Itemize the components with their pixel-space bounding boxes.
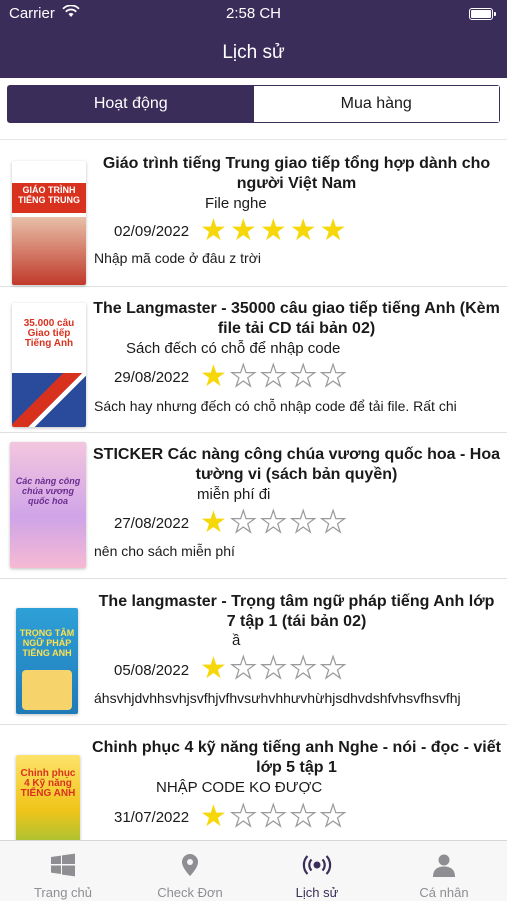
tab-history-label: Lịch sử (295, 885, 339, 900)
rating-stars: ★★★★★ (200, 800, 350, 833)
cover-title: Các nàng công chúa vương quốc hoa (15, 476, 81, 506)
item-title: Chinh phục 4 kỹ năng tiếng anh Nghe - nó… (92, 739, 501, 776)
item-title: The Langmaster - 35000 câu giao tiếp tiế… (93, 300, 500, 337)
item-subtitle: Sách đếch có chỗ để nhập code (126, 340, 341, 357)
history-list: GIÁO TRÌNH TIẾNG TRUNG Giáo trình tiếng … (0, 139, 507, 840)
tab-profile-label: Cá nhân (419, 885, 469, 900)
tab-check-order[interactable]: Check Đơn (127, 841, 253, 901)
star-icon: ★ (259, 652, 290, 685)
tab-profile[interactable]: Cá nhân (381, 841, 507, 901)
item-subtitle: ầ (232, 632, 241, 649)
star-icon: ★ (319, 360, 350, 393)
item-date: 29/08/2022 (114, 369, 190, 386)
star-icon: ★ (200, 506, 230, 539)
list-item[interactable]: Các nàng công chúa vương quốc hoa STICKE… (0, 432, 507, 579)
segment-activity[interactable]: Hoạt động (8, 86, 254, 122)
windows-icon (0, 853, 126, 877)
item-comment: áhsvhjdvhhsvhjsvfhjvfhvsưhvhhưvhừhjsdhvd… (94, 690, 461, 706)
star-icon: ★ (289, 360, 320, 393)
star-icon: ★ (259, 360, 290, 393)
star-icon: ★ (200, 800, 230, 833)
tab-bar: Trang chủ Check Đơn Lịch sử Cá nhân (0, 840, 507, 901)
star-icon: ★ (259, 214, 290, 247)
list-item[interactable]: GIÁO TRÌNH TIẾNG TRUNG Giáo trình tiếng … (0, 140, 507, 287)
star-icon: ★ (289, 800, 320, 833)
book-cover: Chinh phục 4 Kỹ năng TIẾNG ANH (16, 755, 80, 840)
battery-icon (469, 8, 496, 20)
rating-stars: ★★★★★ (200, 360, 350, 393)
book-cover: GIÁO TRÌNH TIẾNG TRUNG (12, 161, 86, 285)
tab-home-label: Trang chủ (33, 885, 93, 900)
cover-title: TRỌNG TÂM NGỮ PHÁP TIẾNG ANH (19, 628, 75, 658)
star-icon: ★ (289, 506, 320, 539)
rating-stars: ★★★★★ (200, 506, 350, 539)
star-icon: ★ (200, 360, 230, 393)
tab-check-order-label: Check Đơn (157, 885, 223, 900)
item-title: STICKER Các nàng công chúa vương quốc ho… (93, 446, 500, 483)
item-comment: Nhập mã code ở đâu z trời (94, 250, 261, 266)
clock: 2:58 CH (225, 5, 282, 22)
book-cover: Các nàng công chúa vương quốc hoa (10, 442, 86, 568)
segmented-control: Hoạt động Mua hàng (7, 85, 500, 123)
item-date: 27/08/2022 (114, 515, 190, 532)
broadcast-icon (254, 853, 380, 877)
item-comment: Sách hay nhưng đếch có chỗ nhập code để … (94, 398, 457, 414)
rating-stars: ★★★★★ (200, 216, 350, 246)
cover-title: Chinh phục 4 Kỹ năng TIẾNG ANH (20, 768, 76, 799)
item-subtitle: File nghe (205, 195, 267, 212)
star-icon: ★ (229, 360, 260, 393)
star-icon: ★ (289, 214, 320, 247)
item-comment: nên cho sách miễn phí (94, 543, 235, 559)
star-icon: ★ (200, 214, 230, 247)
star-icon: ★ (319, 506, 350, 539)
page-title: Lịch sử (222, 42, 285, 63)
cover-title: 35.000 câu Giao tiếp Tiếng Anh (23, 318, 75, 349)
item-title: The langmaster - Trọng tâm ngữ pháp tiến… (98, 593, 495, 630)
item-date: 02/09/2022 (114, 223, 190, 240)
tab-history[interactable]: Lịch sử (254, 841, 380, 901)
list-item[interactable]: TRỌNG TÂM NGỮ PHÁP TIẾNG ANH The langmas… (0, 578, 507, 725)
list-item[interactable]: 35.000 câu Giao tiếp Tiếng Anh The Langm… (0, 286, 507, 433)
book-cover: TRỌNG TÂM NGỮ PHÁP TIẾNG ANH (16, 608, 78, 714)
segment-purchases[interactable]: Mua hàng (253, 86, 499, 122)
star-icon: ★ (200, 652, 230, 685)
navigation-bar: Lịch sử (0, 28, 507, 78)
cover-title: GIÁO TRÌNH TIẾNG TRUNG (18, 185, 80, 205)
item-subtitle: NHẬP CODE KO ĐƯỢC (156, 779, 323, 796)
item-date: 31/07/2022 (114, 809, 190, 826)
star-icon: ★ (229, 506, 260, 539)
star-icon: ★ (259, 800, 290, 833)
person-icon (381, 853, 507, 877)
star-icon: ★ (319, 800, 350, 833)
location-pin-icon (127, 853, 253, 877)
rating-stars: ★★★★★ (200, 652, 350, 685)
star-icon: ★ (229, 652, 260, 685)
star-icon: ★ (259, 506, 290, 539)
item-date: 05/08/2022 (114, 662, 190, 679)
star-icon: ★ (289, 652, 320, 685)
tab-home[interactable]: Trang chủ (0, 841, 126, 901)
list-item[interactable]: Chinh phục 4 Kỹ năng TIẾNG ANH Chinh phụ… (0, 724, 507, 840)
star-icon: ★ (319, 214, 350, 247)
star-icon: ★ (229, 800, 260, 833)
book-cover: 35.000 câu Giao tiếp Tiếng Anh (12, 303, 86, 427)
status-bar: Carrier 2:58 CH (0, 0, 507, 28)
star-icon: ★ (229, 214, 260, 247)
star-icon: ★ (319, 652, 350, 685)
item-title: Giáo trình tiếng Trung giao tiếp tổng hợ… (102, 155, 491, 192)
item-subtitle: miễn phí đi (197, 486, 271, 503)
